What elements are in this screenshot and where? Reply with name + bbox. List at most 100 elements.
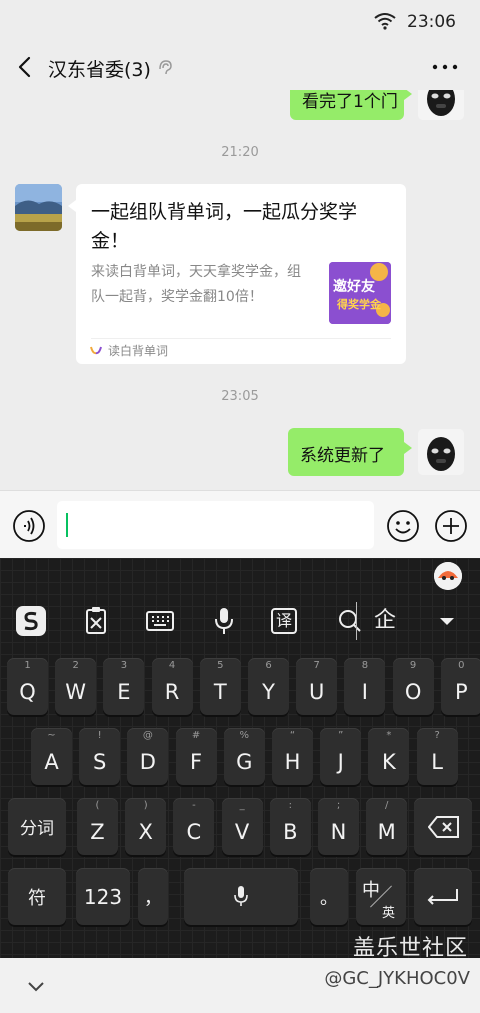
key-secondary-label: 9	[409, 660, 417, 671]
status-time: 23:06	[407, 12, 456, 32]
keyboard-mascot-icon[interactable]	[434, 562, 462, 590]
chat-title: 汉东省委(3)	[48, 59, 151, 81]
key-letter-label: R	[164, 680, 180, 704]
key-l[interactable]: ? L	[416, 728, 458, 785]
enter-icon	[427, 889, 458, 905]
key-m[interactable]: / M	[366, 798, 408, 855]
sogou-logo-icon[interactable]	[14, 604, 48, 638]
comma-key[interactable]: ，	[138, 868, 168, 925]
symbol-key-label: 符	[28, 887, 46, 909]
key-u[interactable]: 7U	[296, 658, 338, 715]
number-key[interactable]: 123	[76, 868, 130, 925]
key-secondary-label: /	[385, 800, 389, 811]
message-input[interactable]	[57, 501, 374, 549]
translate-button[interactable]: 译	[271, 608, 297, 634]
key-secondary-label: @	[142, 730, 153, 741]
message-input-bar	[0, 490, 480, 558]
key-e[interactable]: 3E	[103, 658, 145, 715]
key-b[interactable]: :B	[269, 798, 311, 855]
key-y[interactable]: 6Y	[248, 658, 289, 715]
key-t[interactable]: 5T	[199, 658, 241, 715]
back-icon[interactable]	[10, 50, 40, 84]
message-text: 看完了1个门	[302, 92, 398, 112]
enter-key[interactable]	[414, 868, 472, 925]
mask-avatar-icon	[418, 429, 464, 475]
key-w[interactable]: 2W	[55, 658, 97, 715]
key-secondary-label: 8	[361, 660, 369, 671]
key-secondary-label: 5	[217, 660, 224, 671]
key-j[interactable]: ” J	[320, 728, 362, 785]
key-secondary-label: 2	[72, 660, 79, 671]
message-bubble-sent[interactable]: 看完了1个门	[290, 90, 412, 120]
space-key[interactable]	[184, 868, 298, 925]
message-bubble-sent[interactable]: 系统更新了	[288, 428, 412, 476]
voice-input-icon[interactable]	[12, 509, 46, 543]
key-g[interactable]: % G	[223, 728, 265, 785]
toolbar-divider	[356, 602, 357, 640]
key-r[interactable]: 4R	[151, 658, 193, 715]
key-letter-label: L	[431, 750, 443, 774]
key-secondary-label: 0	[458, 660, 465, 671]
key-secondary-label: *	[386, 730, 392, 741]
avatar-self[interactable]	[418, 90, 464, 120]
key-letter-label: Z	[90, 820, 105, 844]
key-v[interactable]: _ V	[221, 798, 263, 855]
hide-keyboard-icon[interactable]	[24, 976, 48, 996]
key-letter-label: E	[117, 680, 131, 704]
period-key-label: 。	[320, 887, 338, 909]
key-secondary-label: 6	[265, 660, 272, 671]
key-secondary-label: 3	[120, 660, 128, 671]
key-i[interactable]: 8I	[344, 658, 386, 715]
microphone-icon[interactable]	[207, 604, 241, 638]
period-key[interactable]: 。	[310, 868, 348, 925]
keyboard-layout-icon[interactable]	[143, 604, 177, 638]
avatar-sender[interactable]	[15, 184, 62, 231]
key-letter-label: S	[93, 750, 107, 774]
key-letter-label: T	[213, 680, 227, 704]
key-q[interactable]: 1Q	[7, 658, 48, 715]
comma-key-label: ，	[144, 887, 162, 909]
key-letter-label: M	[377, 820, 396, 844]
clipboard-icon[interactable]	[79, 604, 113, 638]
key-a[interactable]: ~ A	[31, 728, 72, 785]
collapse-keyboard-icon[interactable]	[430, 604, 464, 638]
shared-link-card[interactable]: 一起组队背单词，一起瓜分奖学金！ 来读白背单词，天天拿奖学金，组队一起背，奖学金…	[68, 184, 406, 364]
key-secondary-label: #	[191, 730, 201, 741]
key-secondary-label: )	[143, 800, 148, 811]
key-p[interactable]: 0P	[440, 658, 480, 715]
key-s[interactable]: ! S	[79, 728, 121, 785]
key-n[interactable]: ; N	[318, 798, 359, 855]
card-divider	[91, 338, 391, 339]
chat-messages[interactable]: 看完了1个门 21:20 一起组队背单词，一起瓜分奖学金！ 来读白背单词，天天拿…	[0, 90, 480, 490]
key-letter-label: C	[186, 820, 202, 844]
key-secondary-label: ”	[338, 730, 344, 741]
search-icon[interactable]	[333, 604, 367, 638]
key-secondary-label: 7	[313, 660, 320, 671]
key-k[interactable]: * K	[368, 728, 410, 785]
key-letter-label: N	[330, 820, 347, 844]
backspace-icon	[428, 816, 459, 838]
message-text: 系统更新了	[300, 446, 385, 466]
avatar-self[interactable]	[418, 429, 464, 475]
key-c[interactable]: -C	[173, 798, 215, 855]
key-h[interactable]: “H	[272, 728, 313, 785]
key-o[interactable]: 9O	[392, 658, 434, 715]
key-letter-label: Y	[262, 680, 275, 704]
more-options-icon[interactable]	[428, 50, 462, 84]
emoji-icon[interactable]	[386, 509, 420, 543]
key-secondary-label: %	[239, 730, 250, 741]
backspace-key[interactable]	[414, 798, 472, 855]
key-z[interactable]: (Z	[77, 798, 118, 855]
language-switch-key[interactable]: 中 英	[356, 868, 406, 925]
key-letter-label: P	[454, 680, 468, 704]
timestamp: 21:20	[221, 145, 259, 160]
thumb-subtitle: 得奖学金	[337, 298, 381, 311]
cloud-input-button[interactable]: 企	[368, 604, 402, 638]
segment-key[interactable]: 分词	[8, 798, 66, 855]
key-d[interactable]: @ D	[127, 728, 169, 785]
key-f[interactable]: # F	[175, 728, 217, 785]
key-x[interactable]: ) X	[125, 798, 167, 855]
plus-icon[interactable]	[434, 509, 468, 543]
symbol-key[interactable]: 符	[8, 868, 66, 925]
key-secondary-label: (	[95, 800, 100, 811]
